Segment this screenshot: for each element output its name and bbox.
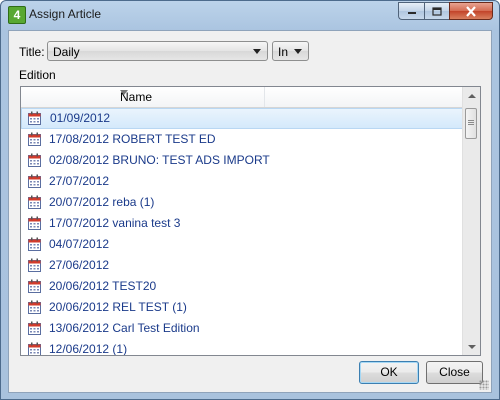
list-item[interactable]: 20/06/2012 TEST20	[21, 276, 464, 297]
title-bar[interactable]: 4 Assign Article	[1, 1, 499, 29]
list-rows: 01/09/2012 17/08/2012 ROBERT TEST ED 02/08…	[21, 108, 464, 356]
ok-button[interactable]: OK	[359, 361, 419, 384]
calendar-icon	[28, 153, 41, 167]
list-item[interactable]: 01/09/2012	[21, 108, 464, 129]
list-item[interactable]: 17/07/2012 vanina test 3	[21, 213, 464, 234]
list-item[interactable]: 20/07/2012 reba (1)	[21, 192, 464, 213]
list-item-label: 12/06/2012 (1)	[49, 342, 128, 356]
calendar-icon	[28, 111, 41, 125]
column-header-blank[interactable]	[265, 87, 464, 107]
sort-descending-icon	[120, 90, 128, 95]
list-item[interactable]: 27/07/2012	[21, 171, 464, 192]
list-item[interactable]: 02/08/2012 BRUNO: TEST ADS IMPORT	[21, 150, 464, 171]
list-item-label: 04/07/2012	[49, 237, 110, 251]
list-item-label: 17/08/2012 ROBERT TEST ED	[49, 132, 216, 146]
scrollbar-thumb[interactable]	[465, 108, 477, 139]
list-item-label: 17/07/2012 vanina test 3	[49, 216, 181, 230]
maximize-button[interactable]	[424, 2, 449, 20]
calendar-icon	[28, 300, 41, 314]
dialog-content: Title: Daily In Edition Name 01/09/2012 1…	[8, 30, 492, 393]
scroll-up-icon	[467, 93, 476, 98]
minimize-button[interactable]	[398, 2, 424, 20]
list-item-label: 20/06/2012 TEST20	[49, 279, 157, 293]
close-icon	[466, 5, 476, 17]
calendar-icon	[28, 279, 41, 293]
app-icon: 4	[8, 6, 26, 24]
resize-grip[interactable]	[479, 380, 489, 390]
list-item-label: 27/06/2012	[49, 258, 110, 272]
list-item-label: 27/07/2012	[49, 174, 110, 188]
list-item[interactable]: 27/06/2012	[21, 255, 464, 276]
chevron-down-icon	[253, 49, 261, 54]
list-item[interactable]: 20/06/2012 REL TEST (1)	[21, 297, 464, 318]
chevron-down-icon	[294, 49, 302, 54]
minimize-icon	[407, 12, 416, 14]
calendar-icon	[28, 216, 41, 230]
caption-buttons	[398, 2, 493, 20]
list-item[interactable]: 04/07/2012	[21, 234, 464, 255]
edition-label: Edition	[19, 68, 56, 82]
calendar-icon	[28, 132, 41, 146]
calendar-icon	[28, 321, 41, 335]
calendar-icon	[28, 174, 41, 188]
calendar-icon	[28, 237, 41, 251]
calendar-icon	[28, 258, 41, 272]
list-item[interactable]: 13/06/2012 Carl Test Edition	[21, 318, 464, 339]
scroll-down-icon	[467, 344, 476, 349]
title-dropdown-value: Daily	[53, 45, 80, 59]
scroll-up-button[interactable]	[463, 87, 480, 104]
assign-article-dialog: 4 Assign Article Title: Daily In Edition	[0, 0, 500, 400]
list-item-label: 02/08/2012 BRUNO: TEST ADS IMPORT	[49, 153, 270, 167]
close-window-button[interactable]	[449, 2, 493, 20]
in-dropdown-value: In	[278, 45, 289, 59]
vertical-scrollbar[interactable]	[462, 87, 480, 355]
column-header-name[interactable]: Name	[21, 87, 265, 107]
maximize-icon	[432, 6, 442, 16]
edition-list[interactable]: Name 01/09/2012 17/08/2012 ROBERT TEST ED…	[20, 86, 481, 356]
calendar-icon	[28, 195, 41, 209]
list-item-label: 13/06/2012 Carl Test Edition	[49, 321, 200, 335]
list-item[interactable]: 12/06/2012 (1)	[21, 339, 464, 356]
close-button[interactable]: Close	[426, 361, 483, 384]
scroll-down-button[interactable]	[463, 338, 480, 355]
in-dropdown[interactable]: In	[272, 41, 309, 61]
list-header: Name	[21, 87, 464, 108]
list-item[interactable]: 17/08/2012 ROBERT TEST ED	[21, 129, 464, 150]
window-title: Assign Article	[29, 7, 102, 21]
calendar-icon	[28, 342, 41, 355]
title-dropdown[interactable]: Daily	[47, 41, 268, 61]
list-item-label: 01/09/2012	[50, 111, 111, 125]
title-label: Title:	[19, 45, 45, 59]
list-item-label: 20/07/2012 reba (1)	[49, 195, 155, 209]
list-item-label: 20/06/2012 REL TEST (1)	[49, 300, 187, 314]
